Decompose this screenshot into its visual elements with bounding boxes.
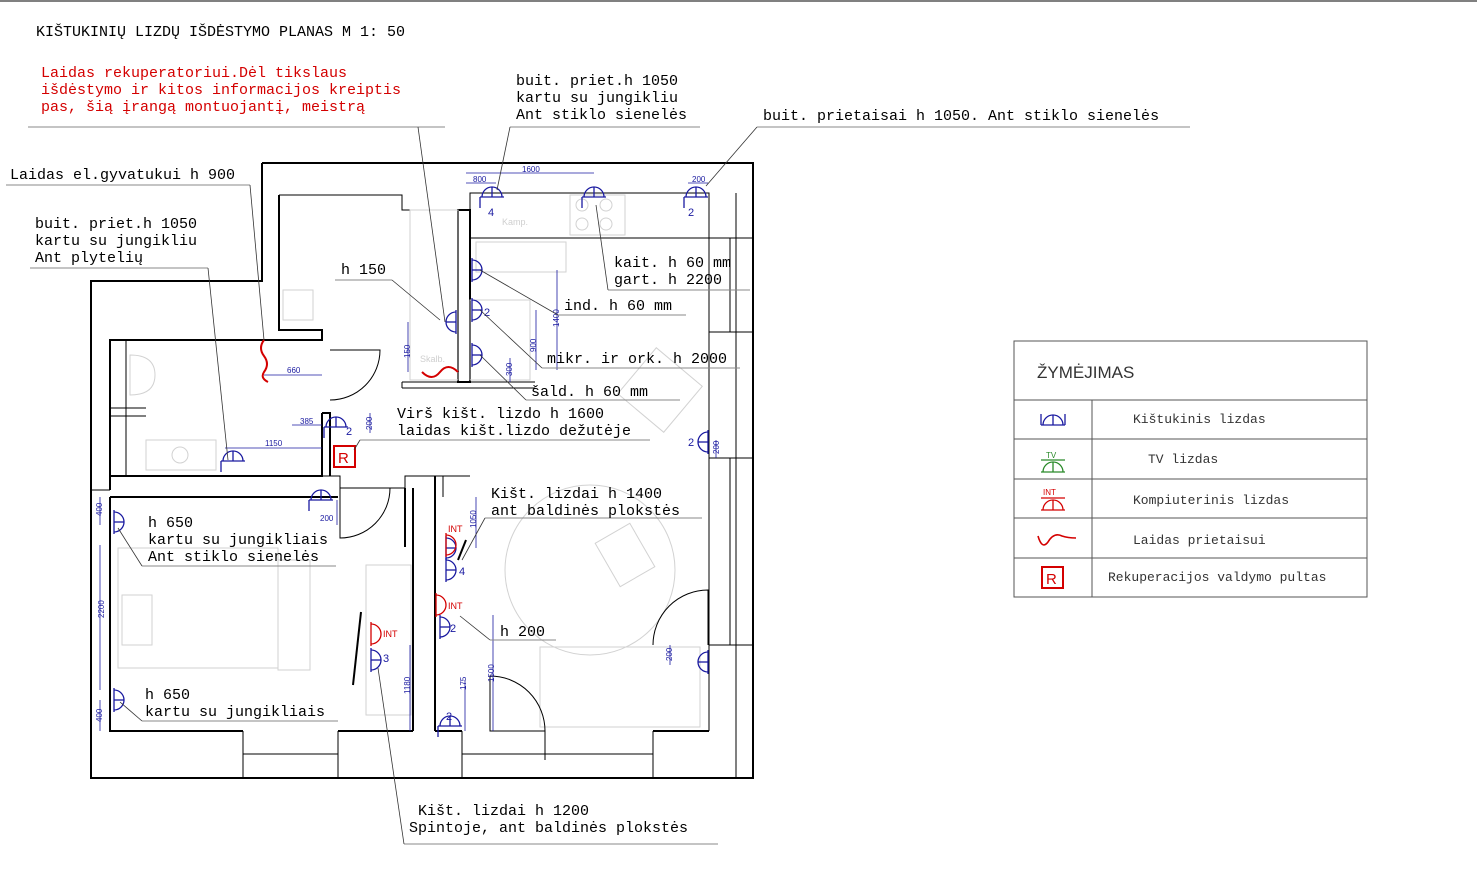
bath-note: Ant plytelių bbox=[35, 250, 143, 267]
cooktop-note: gart. h 2200 bbox=[614, 272, 722, 289]
legend-label: TV lizdas bbox=[1148, 452, 1218, 467]
bedroom-bottom-note: kartu su jungikliais bbox=[145, 704, 325, 721]
svg-text:TV: TV bbox=[1046, 451, 1057, 460]
socket-icon bbox=[113, 509, 125, 535]
socket-count: 2 bbox=[688, 207, 694, 219]
dim-400b: 400 bbox=[95, 708, 104, 722]
socket-icon bbox=[445, 557, 457, 583]
socket-icon bbox=[370, 647, 382, 673]
dim-300: 300 bbox=[505, 362, 514, 376]
dim-400: 400 bbox=[95, 502, 104, 516]
int-label: INT bbox=[383, 629, 398, 639]
legend-label: Rekuperacijos valdymo pultas bbox=[1108, 570, 1326, 585]
page-title: KIŠTUKINIŲ LIZDŲ IŠDĖSTYMO PLANAS M 1: 5… bbox=[36, 23, 405, 41]
dim-1180: 1180 bbox=[403, 676, 412, 694]
recuperator-note-line: pas, šią įrangą montuojantį, meistrą bbox=[41, 99, 365, 116]
room-text: Kamp. bbox=[502, 217, 528, 227]
dim-1500: 1500 bbox=[487, 664, 496, 682]
legend: ŽYMĖJIMAS Kištukinis lizdas TV TV lizdas… bbox=[1013, 340, 1368, 598]
legend-label: Kištukinis lizdas bbox=[1133, 412, 1266, 427]
socket-icon bbox=[113, 687, 125, 713]
socket-count: 4 bbox=[488, 207, 494, 219]
bedroom-top-note: h 650 bbox=[148, 515, 193, 532]
svg-text:INT: INT bbox=[1043, 488, 1056, 497]
recuperation-panel-icon: R bbox=[1041, 566, 1064, 589]
dim-1150: 1150 bbox=[265, 439, 283, 448]
socket-icon bbox=[323, 416, 349, 439]
svg-text:R: R bbox=[1046, 571, 1057, 588]
socket-icon bbox=[1040, 414, 1066, 426]
dim-1400: 1400 bbox=[552, 309, 561, 327]
kitchen-top-note: buit. priet.h 1050 bbox=[516, 73, 678, 90]
socket-icon bbox=[439, 614, 451, 640]
svg-text:R: R bbox=[338, 450, 349, 467]
kitchen-top-note: kartu su jungikliu bbox=[516, 90, 678, 107]
socket-count: 2 bbox=[450, 623, 456, 635]
dim-200e: 200 bbox=[712, 440, 721, 454]
socket-count: 2 bbox=[446, 711, 452, 723]
socket-icon bbox=[445, 309, 457, 335]
computer-socket-icon: INT bbox=[1041, 488, 1065, 511]
socket-count: 2 bbox=[346, 426, 352, 438]
cable-icon bbox=[1037, 534, 1077, 546]
legend-heading: ŽYMĖJIMAS bbox=[1037, 363, 1134, 382]
socket-icon bbox=[479, 186, 505, 209]
socket-count: 4 bbox=[459, 566, 465, 578]
above-socket-note: Virš kišt. lizdo h 1600 bbox=[397, 406, 604, 423]
kitchen-right-note: buit. prietaisai h 1050. Ant stiklo sien… bbox=[763, 108, 1159, 125]
recuperation-panel: R bbox=[333, 445, 356, 468]
bath-note: buit. priet.h 1050 bbox=[35, 216, 197, 233]
dim-175: 175 bbox=[459, 676, 468, 690]
dim-385: 385 bbox=[300, 417, 314, 426]
h150-note: h 150 bbox=[341, 262, 386, 279]
induction-note: ind. h 60 mm bbox=[564, 298, 672, 315]
dim-800: 800 bbox=[473, 175, 487, 184]
wardrobe-note: Spintoje, ant baldinės plokstės bbox=[409, 820, 688, 837]
socket-icon bbox=[581, 186, 607, 209]
socket-icon bbox=[220, 450, 246, 473]
dim-1600: 1600 bbox=[522, 165, 540, 174]
socket-count: 3 bbox=[383, 653, 389, 665]
room-text: Skalb. bbox=[420, 354, 445, 364]
bath-note: kartu su jungikliu bbox=[35, 233, 197, 250]
cooktop-note: kait. h 60 mm bbox=[614, 255, 731, 272]
dim-2200: 2200 bbox=[97, 600, 106, 618]
dim-660: 660 bbox=[287, 366, 301, 375]
socket-count: 2 bbox=[688, 437, 694, 449]
bedroom-top-note: Ant stiklo sienelės bbox=[148, 549, 319, 566]
kitchen-top-note: Ant stiklo sienelės bbox=[516, 107, 687, 124]
dim-1050: 1050 bbox=[469, 510, 478, 528]
dim-150: 150 bbox=[403, 344, 412, 358]
above-socket-note: laidas kišt.lizdo dežutėje bbox=[397, 423, 631, 440]
socket-icon bbox=[683, 186, 709, 209]
fridge-note: šald. h 60 mm bbox=[531, 384, 648, 401]
socket-icon bbox=[308, 489, 334, 512]
int-label: INT bbox=[448, 601, 463, 611]
socket-count: 2 bbox=[484, 307, 490, 319]
floor-plan-drawing: KIŠTUKINIŲ LIZDŲ IŠDĖSTYMO PLANAS M 1: 5… bbox=[0, 0, 1477, 845]
bedroom-bottom-note: h 650 bbox=[145, 687, 190, 704]
microwave-note: mikr. ir ork. h 2000 bbox=[547, 351, 727, 368]
living-sockets-note: Kišt. lizdai h 1400 bbox=[491, 486, 662, 503]
wardrobe-note: Kišt. lizdai h 1200 bbox=[418, 803, 589, 820]
living-sockets-note: ant baldinės plokstės bbox=[491, 503, 680, 520]
dim-200c: 200 bbox=[320, 514, 334, 523]
legend-label: Kompiuterinis lizdas bbox=[1133, 493, 1289, 508]
dim-200b: 200 bbox=[365, 416, 374, 430]
bedroom-top-note: kartu su jungikliais bbox=[148, 532, 328, 549]
tv-socket-icon: TV bbox=[1041, 451, 1065, 473]
legend-label: Laidas prietaisui bbox=[1133, 533, 1266, 548]
socket-icon bbox=[697, 429, 709, 455]
int-label: INT bbox=[448, 524, 463, 534]
dim-900: 900 bbox=[529, 338, 538, 352]
recuperator-note-line: Laidas rekuperatoriui.Dėl tikslaus bbox=[41, 65, 347, 82]
dim-200a: 200 bbox=[692, 175, 706, 184]
h200-note: h 200 bbox=[500, 624, 545, 641]
recuperator-note-line: išdėstymo ir kitos informacijos kreiptis bbox=[41, 82, 401, 99]
serpentine-note: Laidas el.gyvatukui h 900 bbox=[10, 167, 235, 184]
dim-200d: 200 bbox=[665, 647, 674, 661]
